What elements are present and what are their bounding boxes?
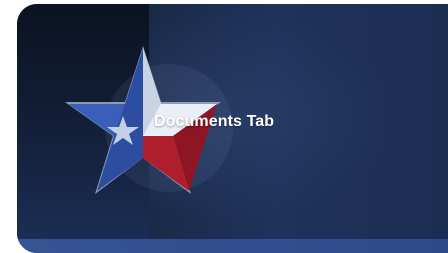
card-title: Documents Tab	[154, 113, 275, 130]
card-bottom-band	[17, 239, 448, 253]
